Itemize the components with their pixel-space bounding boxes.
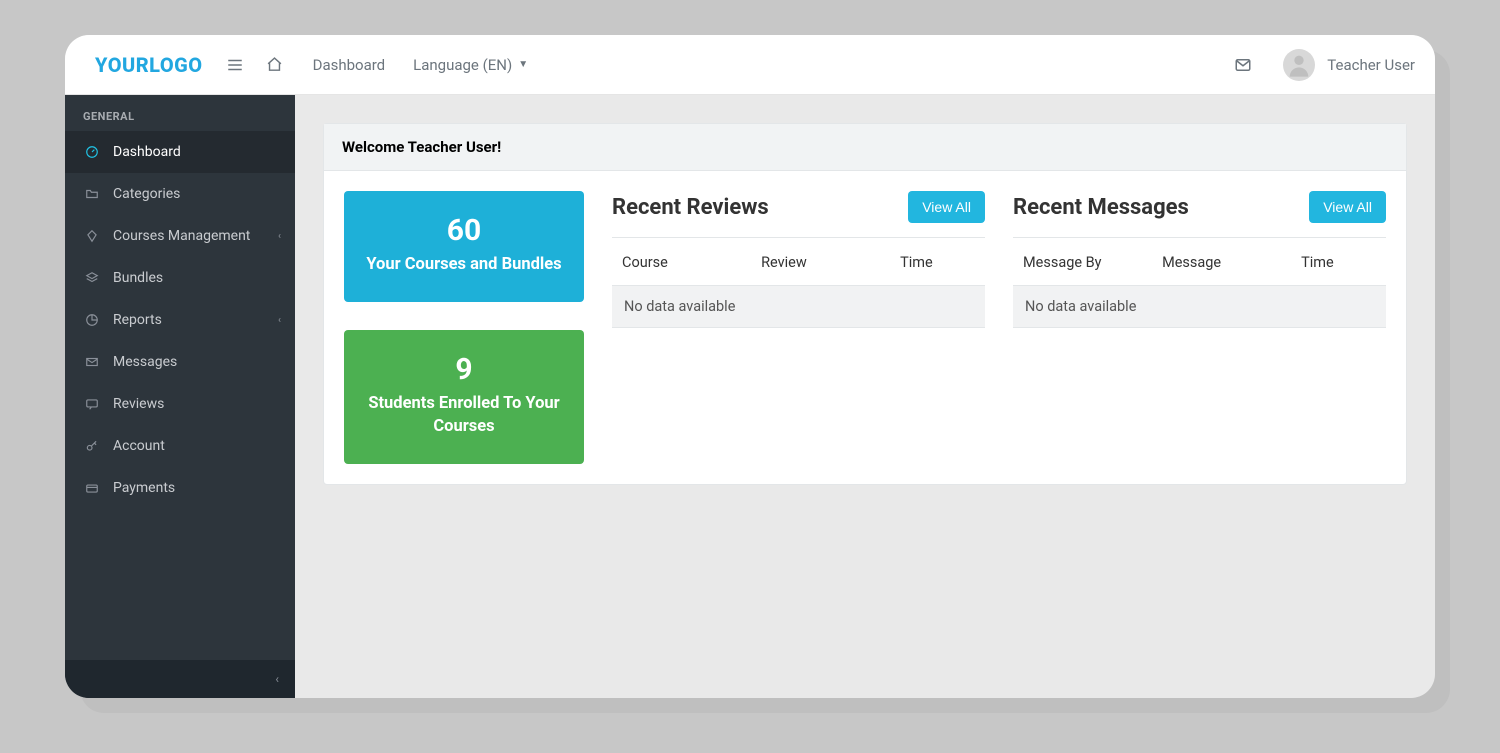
chevron-left-icon: ‹	[278, 315, 281, 326]
view-all-reviews-button[interactable]: View All	[908, 191, 985, 223]
dashboard-panel: Welcome Teacher User! 60 Your Courses an…	[323, 123, 1407, 485]
section-title: Recent Messages	[1013, 195, 1189, 220]
sidebar-item-payments[interactable]: Payments	[65, 467, 295, 509]
mail-icon[interactable]	[1227, 49, 1259, 81]
welcome-heading: Welcome Teacher User!	[324, 124, 1406, 171]
main-content: Welcome Teacher User! 60 Your Courses an…	[295, 95, 1435, 698]
stat-label: Students Enrolled To Your Courses	[362, 393, 566, 438]
col-message: Message	[1162, 254, 1301, 271]
stat-label: Your Courses and Bundles	[362, 254, 566, 276]
sidebar-item-label: Payments	[113, 480, 175, 496]
reviews-empty: No data available	[612, 286, 985, 328]
sidebar-collapse[interactable]: ‹	[65, 660, 295, 698]
nav-dashboard[interactable]: Dashboard	[313, 56, 386, 74]
sidebar-item-bundles[interactable]: Bundles	[65, 257, 295, 299]
sidebar-item-label: Reviews	[113, 396, 164, 412]
section-title: Recent Reviews	[612, 195, 769, 220]
col-time: Time	[1301, 254, 1376, 271]
sidebar-item-dashboard[interactable]: Dashboard	[65, 131, 295, 173]
username-label[interactable]: Teacher User	[1327, 56, 1415, 74]
chevron-left-icon: ‹	[275, 672, 279, 686]
menu-toggle-icon[interactable]	[219, 49, 251, 81]
stat-students-enrolled[interactable]: 9 Students Enrolled To Your Courses	[344, 330, 584, 464]
sidebar-item-label: Reports	[113, 312, 162, 328]
stat-value: 60	[362, 213, 566, 248]
layers-icon	[83, 271, 101, 285]
col-course: Course	[622, 254, 761, 271]
sidebar-item-label: Messages	[113, 354, 177, 370]
sidebar: GENERAL Dashboard Categories Courses Man…	[65, 95, 295, 698]
nav-language[interactable]: Language (EN) ▼	[413, 56, 528, 74]
col-message-by: Message By	[1023, 254, 1162, 271]
recent-reviews-section: Recent Reviews View All Course Review Ti…	[612, 191, 985, 464]
col-review: Review	[761, 254, 900, 271]
sidebar-item-reviews[interactable]: Reviews	[65, 383, 295, 425]
gauge-icon	[83, 145, 101, 159]
nav-language-label: Language (EN)	[413, 56, 512, 74]
avatar[interactable]	[1283, 49, 1315, 81]
app-window: YOURLOGO Dashboard Language (EN) ▼ Teach…	[65, 35, 1435, 698]
stat-courses-bundles[interactable]: 60 Your Courses and Bundles	[344, 191, 584, 302]
sidebar-item-label: Dashboard	[113, 144, 181, 160]
home-icon[interactable]	[259, 49, 291, 81]
chart-icon	[83, 313, 101, 327]
sidebar-item-courses[interactable]: Courses Management ‹	[65, 215, 295, 257]
chevron-left-icon: ‹	[278, 231, 281, 242]
caret-down-icon: ▼	[518, 59, 528, 70]
sidebar-item-account[interactable]: Account	[65, 425, 295, 467]
sidebar-item-label: Account	[113, 438, 165, 454]
brand-logo: YOURLOGO	[95, 53, 203, 77]
sidebar-item-label: Categories	[113, 186, 180, 202]
recent-messages-section: Recent Messages View All Message By Mess…	[1013, 191, 1386, 464]
messages-table-header: Message By Message Time	[1013, 238, 1386, 286]
sidebar-item-label: Bundles	[113, 270, 163, 286]
topbar: YOURLOGO Dashboard Language (EN) ▼ Teach…	[65, 35, 1435, 95]
key-icon	[83, 439, 101, 453]
sidebar-item-reports[interactable]: Reports ‹	[65, 299, 295, 341]
wallet-icon	[83, 481, 101, 495]
view-all-messages-button[interactable]: View All	[1309, 191, 1386, 223]
sidebar-item-label: Courses Management	[113, 228, 250, 244]
messages-empty: No data available	[1013, 286, 1386, 328]
sidebar-heading: GENERAL	[65, 95, 295, 131]
envelope-icon	[83, 355, 101, 369]
col-time: Time	[900, 254, 975, 271]
diamond-icon	[83, 229, 101, 243]
sidebar-item-categories[interactable]: Categories	[65, 173, 295, 215]
folder-icon	[83, 187, 101, 201]
stat-value: 9	[362, 352, 566, 387]
reviews-table-header: Course Review Time	[612, 238, 985, 286]
comment-icon	[83, 397, 101, 411]
sidebar-item-messages[interactable]: Messages	[65, 341, 295, 383]
